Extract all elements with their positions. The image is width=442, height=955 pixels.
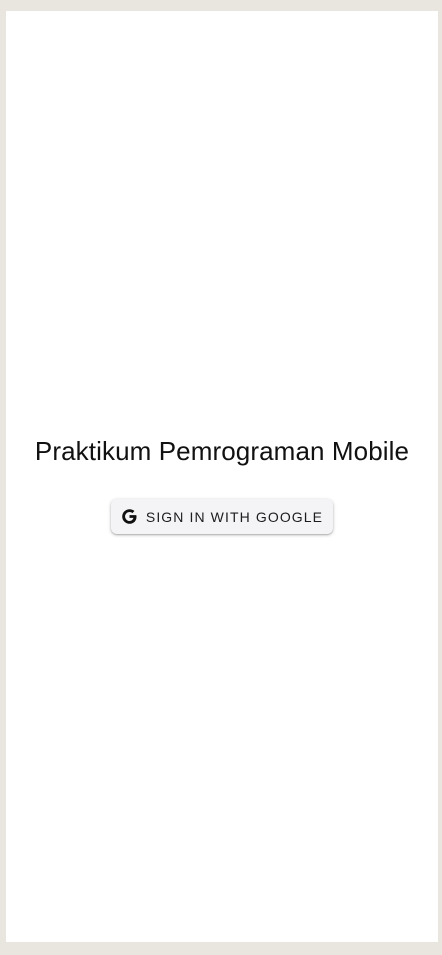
google-icon — [121, 508, 138, 525]
page-title: Praktikum Pemrograman Mobile — [34, 436, 410, 466]
sign-in-with-google-button[interactable]: SIGN IN WITH GOOGLE — [111, 499, 333, 534]
app-screen: Praktikum Pemrograman Mobile SIGN IN WIT… — [6, 11, 438, 942]
sign-in-label: SIGN IN WITH GOOGLE — [145, 508, 324, 525]
